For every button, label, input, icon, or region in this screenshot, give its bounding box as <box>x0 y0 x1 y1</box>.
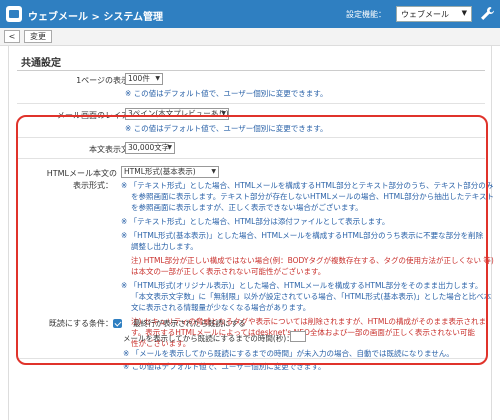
mark-read-checkbox[interactable] <box>113 319 122 328</box>
chevron-down-icon: ▼ <box>155 75 160 82</box>
function-select[interactable]: ウェブメール ▼ <box>396 6 472 22</box>
page-count-note: ※ この値はデフォルト値で、ユーザー個別に変更できます。 <box>125 89 328 98</box>
wrench-icon[interactable] <box>478 5 496 23</box>
divider <box>17 103 485 104</box>
webmail-icon <box>6 6 22 22</box>
section-title: 共通設定 <box>21 58 61 69</box>
page-title: ウェブメール > システム管理 <box>28 12 164 23</box>
toolbar: < 変更 <box>0 28 500 46</box>
divider <box>17 70 485 71</box>
read-time-input[interactable] <box>290 331 306 342</box>
chevron-down-icon: ▼ <box>461 9 467 17</box>
function-select-value: ウェブメール <box>401 10 449 19</box>
save-button[interactable]: 変更 <box>24 30 52 43</box>
highlight-frame <box>16 115 488 365</box>
function-label: 設定機能： <box>346 10 386 19</box>
page-count-select[interactable]: 100件 ▼ <box>125 73 163 85</box>
back-button[interactable]: < <box>4 30 20 43</box>
page-count-value: 100件 <box>128 74 150 83</box>
app-header: ウェブメール > システム管理 設定機能： ウェブメール ▼ <box>0 0 500 28</box>
